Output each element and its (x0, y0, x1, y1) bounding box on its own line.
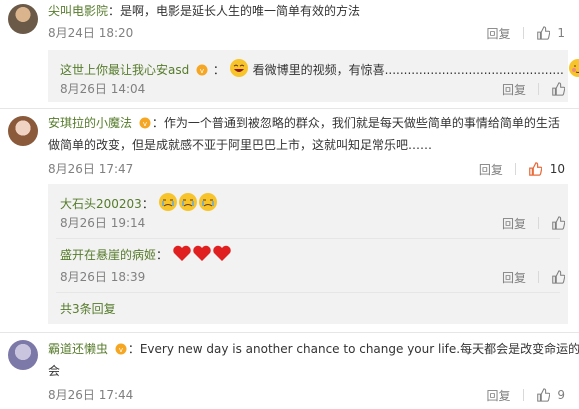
divider (56, 292, 560, 293)
vip-badge-icon: v (138, 116, 152, 129)
comment-actions: 回复 (502, 268, 565, 286)
timestamp: 8月26日 17:47 (48, 162, 134, 176)
like-button[interactable] (551, 270, 565, 285)
vip-badge-icon: v (114, 342, 128, 355)
reply-button[interactable]: 回复 (502, 215, 526, 232)
username-link[interactable]: 盛开在悬崖的病姬 (60, 248, 156, 262)
divider (522, 27, 524, 39)
svg-text:v: v (143, 120, 147, 128)
thumbs-up-icon (536, 26, 550, 40)
divider (538, 271, 539, 283)
heart-icon (172, 244, 192, 267)
reply-body: ： (156, 248, 169, 262)
comment-text: 霸道还懒虫 v ：Every new day is another chance … (48, 340, 579, 358)
divider (56, 238, 560, 239)
divider (0, 108, 579, 109)
divider (522, 389, 524, 401)
reply-button[interactable]: 回复 (502, 81, 526, 98)
reply-button[interactable]: 回复 (502, 269, 526, 286)
like-button[interactable]: 10 (528, 162, 565, 177)
more-replies-link[interactable]: 共3条回复 (60, 300, 116, 318)
comment-actions: 回复 (502, 80, 565, 98)
heart-icon (192, 244, 212, 267)
username-link[interactable]: 这世上你最让我心安asd (60, 63, 189, 77)
timestamp: 8月24日 18:20 (48, 26, 134, 40)
comment-actions: 回复 9 (487, 386, 565, 404)
reply-button[interactable]: 回复 (487, 387, 511, 404)
comment-text: 尖叫电影院：是啊，电影是延长人生的唯一简单有效的方法 (48, 2, 360, 20)
username-link[interactable]: 大石头200203 (60, 197, 142, 211)
like-count: 1 (557, 25, 565, 40)
avatar[interactable] (8, 340, 38, 370)
thumbs-up-filled-icon (529, 162, 542, 176)
divider (538, 83, 539, 95)
reply-button[interactable]: 回复 (487, 25, 511, 42)
comment-body: ：是啊，电影是延长人生的唯一简单有效的方法 (108, 4, 361, 18)
reply-box: 这世上你最让我心安asd v ： 看微博里的视频，有惊喜............… (48, 50, 579, 102)
like-button[interactable] (551, 216, 565, 231)
comment-body-continued: 做简单的改变，但是成就感不亚于阿里巴巴上市，这就叫知足常乐吧…… (48, 138, 433, 152)
thumbs-up-icon (552, 270, 565, 284)
reply-body-separator: ： (212, 63, 225, 77)
vip-badge-icon: v (195, 63, 209, 76)
svg-text:v: v (200, 67, 204, 75)
like-button[interactable]: 9 (536, 388, 565, 403)
timestamp: 8月26日 18:39 (60, 270, 146, 284)
avatar[interactable] (8, 4, 38, 34)
reply-body: 看微博里的视频，有惊喜.............................… (252, 63, 564, 77)
divider (0, 332, 579, 333)
laughing-face-icon (229, 58, 249, 83)
reply-text: 盛开在悬崖的病姬： (60, 244, 232, 267)
heart-icon (212, 244, 232, 267)
thumbs-up-icon (552, 216, 565, 230)
thumbs-up-icon (536, 388, 550, 402)
timestamp: 8月26日 19:14 (60, 216, 146, 230)
thumbs-up-icon (552, 82, 565, 96)
like-button[interactable]: 1 (536, 26, 565, 41)
comment-body: ：Every new day is another chance to chan… (127, 342, 579, 356)
reply-body: ： (141, 197, 154, 211)
username-link[interactable]: 霸道还懒虫 (48, 342, 108, 356)
comment-body-continued: 会 (48, 364, 61, 378)
comment-actions: 回复 10 (479, 160, 565, 178)
crying-face-icon (178, 192, 198, 217)
divider (514, 163, 516, 175)
comment-text: 安琪拉的小魔法 v ：作为一个普通到被忽略的群众，我们就是每天做些简单的事情给简单… (48, 114, 560, 132)
comment-body: ：作为一个普通到被忽略的群众，我们就是每天做些简单的事情给简单的生活 (151, 116, 560, 130)
comment-actions: 回复 (502, 214, 565, 232)
username-link[interactable]: 安琪拉的小魔法 (48, 116, 132, 130)
like-count: 9 (557, 387, 565, 402)
reply-button[interactable]: 回复 (479, 161, 503, 178)
timestamp: 8月26日 17:44 (48, 388, 134, 402)
crying-face-icon (158, 192, 178, 217)
blushing-face-icon (568, 58, 579, 83)
like-button[interactable] (551, 82, 565, 97)
comment-actions: 回复 1 (487, 24, 565, 42)
divider (538, 217, 539, 229)
svg-text:v: v (119, 346, 123, 354)
crying-face-icon (198, 192, 218, 217)
reply-box: 大石头200203： 8月26日 19:14 盛开在悬崖的病姬： 8月26日 1… (48, 184, 568, 324)
avatar[interactable] (8, 116, 38, 146)
username-link[interactable]: 尖叫电影院 (48, 4, 108, 18)
like-count: 10 (549, 161, 565, 176)
timestamp: 8月26日 14:04 (60, 82, 146, 96)
